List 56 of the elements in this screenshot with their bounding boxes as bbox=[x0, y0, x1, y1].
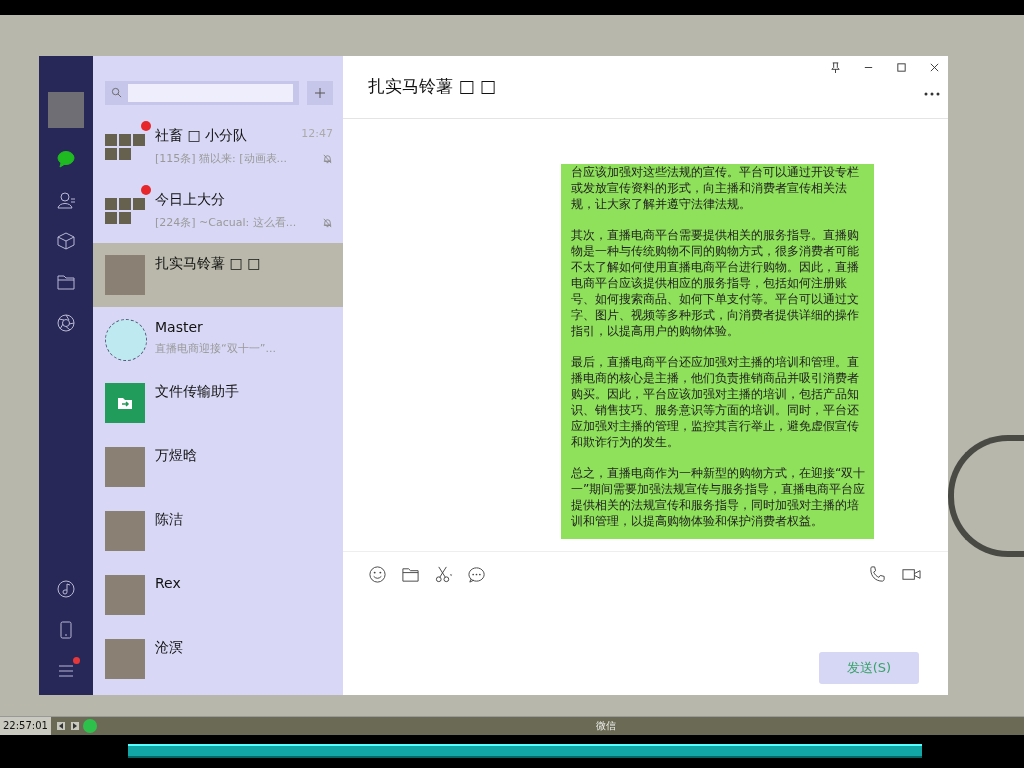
chat-name: 沧溟 bbox=[155, 638, 183, 657]
avatar-placeholder bbox=[105, 318, 147, 361]
user-avatar[interactable] bbox=[48, 91, 84, 128]
photo-placeholder bbox=[105, 446, 145, 487]
chat-list-item[interactable]: 今日上大分 [224条] ~Cacual: 这么看... bbox=[93, 178, 343, 243]
music-icon[interactable] bbox=[56, 578, 76, 599]
message-preview: 直播电商迎接“双十一”... bbox=[155, 340, 276, 356]
message-paragraph: 总之，直播电商作为一种新型的购物方式，在迎接“双十一”期间需要加强法规宣传与服务指导，直播电商平台应提供相关的法规宣传和服务指导，同时加强对主播的培训和管理，以提高购物体验和保护消费者权益。 bbox=[571, 464, 867, 529]
message-paragraph: 其次，直播电商平台需要提供相关的服务指导。直播购物是一种与传统购物不同的购物方式，很多消费者可能不太了解如何使用直播电商平台进行购物。因此，直播电商平台应该提供相应的服务指导，包括如何注册账号、如何搜索商品、如何下单支付等。平台可以通过文字、图片、视频等多种形式，向消费者提供详细的操作指引，以提高用户的购物体验。 bbox=[571, 226, 860, 339]
message-paragraph: 台应该加强对这些法规的宣传。平台可以通过开设专栏或发放宣传资料的形式，向主播和消费者宣传相关法规，让大家了解并遵守法律法规。 bbox=[571, 163, 860, 212]
more-icon[interactable] bbox=[924, 91, 940, 96]
chat-icon[interactable] bbox=[56, 148, 76, 169]
message-preview: [115条] 猫以来: [动画表... bbox=[155, 150, 288, 166]
chat-name: 万煜晗 bbox=[155, 446, 197, 465]
plus-icon bbox=[314, 86, 326, 99]
chat-list-item[interactable]: 文件传输助手 bbox=[93, 370, 343, 435]
aperture-icon[interactable] bbox=[56, 312, 76, 333]
photo-placeholder bbox=[105, 638, 145, 679]
search-field[interactable] bbox=[105, 80, 299, 105]
chat-list-item[interactable]: 万煜晗 bbox=[93, 434, 343, 499]
message-preview: [224条] ~Cacual: 这么看... bbox=[155, 214, 297, 230]
cube-icon[interactable] bbox=[56, 230, 76, 251]
chat-name: Master bbox=[155, 318, 203, 335]
chat-name: 社畜 □ 小分队 bbox=[155, 126, 248, 145]
scroll-track[interactable] bbox=[128, 744, 922, 759]
file-transfer-avatar bbox=[105, 382, 145, 423]
photo-placeholder bbox=[105, 574, 145, 615]
chat-name: 今日上大分 bbox=[155, 190, 225, 209]
previous-icon[interactable] bbox=[56, 721, 65, 730]
pin-icon[interactable] bbox=[830, 61, 841, 73]
next-icon[interactable] bbox=[70, 721, 79, 730]
speech-bubble-icon[interactable] bbox=[467, 564, 486, 584]
emoji-icon[interactable] bbox=[368, 564, 387, 584]
scissors-icon[interactable] bbox=[434, 564, 453, 584]
chat-list-item[interactable]: 陈洁 bbox=[93, 498, 343, 563]
phone-call-icon[interactable] bbox=[868, 564, 887, 584]
chat-name: 陈洁 bbox=[155, 510, 183, 529]
taskbar-clock: 22:57:01 bbox=[0, 716, 51, 735]
photo-placeholder bbox=[105, 254, 145, 295]
chat-list-item[interactable]: 沧溟 bbox=[93, 626, 343, 691]
close-icon[interactable] bbox=[929, 61, 940, 73]
chat-title: 扎实马铃薯 □ □ bbox=[368, 75, 496, 99]
chat-name: 文件传输助手 bbox=[155, 382, 239, 401]
chat-time: 12:47 bbox=[301, 126, 333, 142]
chat-list-item[interactable]: 扎实马铃薯 □ □ bbox=[93, 242, 343, 307]
chat-list-item[interactable]: Rex bbox=[93, 562, 343, 627]
search-icon bbox=[111, 87, 122, 99]
maximize-icon[interactable] bbox=[896, 61, 907, 73]
taskbar-window-title[interactable]: 微信 bbox=[596, 718, 616, 733]
photo-placeholder bbox=[105, 510, 145, 551]
contacts-icon[interactable] bbox=[56, 189, 76, 210]
chat-list-item[interactable]: 社畜 □ 小分队 12:47 [115条] 猫以来: [动画表... bbox=[93, 114, 343, 179]
message-paragraph: 最后，直播电商平台还应加强对主播的培训和管理。直播电商的核心是主播，他们负责推销商品并吸引消费者购买。因此，平台应该加强对主播的培训，包括产品知识、销售技巧、服务意识等方面的培训。同时，平台还应加强对主播的管理，监控其言行举止，避免虚假宣传和欺诈行为的发生。 bbox=[571, 353, 860, 450]
chat-name: 扎实马铃薯 □ □ bbox=[155, 254, 261, 273]
chat-list-item[interactable]: Master 直播电商迎接“双十一”... bbox=[93, 306, 343, 371]
chat-name: Rex bbox=[155, 574, 181, 591]
